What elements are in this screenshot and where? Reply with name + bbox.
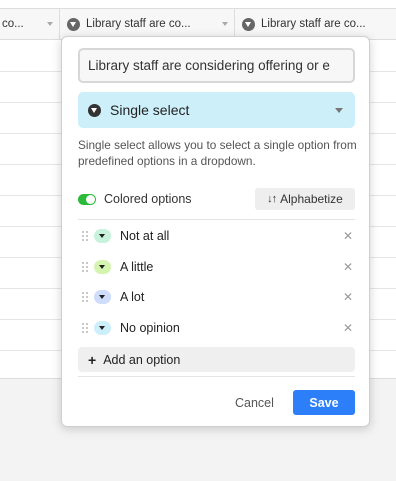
option-color-chip[interactable] <box>94 260 111 274</box>
option-label[interactable]: Not at all <box>120 229 169 243</box>
option-item: Not at all ✕ <box>78 224 355 248</box>
field-type-description: Single select allows you to select a sin… <box>78 138 357 168</box>
alphabetize-button[interactable]: ↓↑ Alphabetize <box>255 188 355 210</box>
colored-options-row: Colored options ↓↑ Alphabetize <box>78 188 355 210</box>
option-item: A lot ✕ <box>78 285 355 309</box>
field-editor-popover: Single select Single select allows you t… <box>61 36 370 427</box>
remove-option-icon[interactable]: ✕ <box>343 259 353 275</box>
divider <box>78 376 355 377</box>
drag-handle-icon[interactable] <box>81 261 89 273</box>
add-option-button[interactable]: + Add an option <box>78 347 355 372</box>
remove-option-icon[interactable]: ✕ <box>343 228 353 244</box>
column-header-label: Library staff are co... <box>261 18 366 30</box>
option-color-chip[interactable] <box>94 290 111 304</box>
chevron-down-icon[interactable] <box>222 22 228 26</box>
alphabetize-label: Alphabetize <box>280 192 343 206</box>
column-header-label: Library staff are co... <box>86 18 191 30</box>
chevron-down-icon[interactable] <box>47 22 53 26</box>
sort-icon: ↓↑ <box>267 193 277 205</box>
option-label[interactable]: A little <box>120 260 153 274</box>
save-button[interactable]: Save <box>293 390 355 415</box>
drag-handle-icon[interactable] <box>81 322 89 334</box>
single-select-icon <box>242 17 255 31</box>
column-header-label: co... <box>2 18 24 30</box>
option-color-chip[interactable] <box>94 229 111 243</box>
option-label[interactable]: A lot <box>120 290 144 304</box>
field-type-select[interactable]: Single select <box>78 92 355 128</box>
remove-option-icon[interactable]: ✕ <box>343 320 353 336</box>
column-header[interactable]: co... <box>0 9 60 39</box>
field-name-input[interactable] <box>78 48 355 83</box>
remove-option-icon[interactable]: ✕ <box>343 289 353 305</box>
drag-handle-icon[interactable] <box>81 230 89 242</box>
single-select-icon <box>67 17 80 31</box>
option-item: No opinion ✕ <box>78 316 355 340</box>
column-header[interactable]: Library staff are co... <box>236 9 396 39</box>
plus-icon: + <box>88 351 97 368</box>
add-option-label: Add an option <box>103 352 181 367</box>
option-color-chip[interactable] <box>94 321 111 335</box>
cancel-button[interactable]: Cancel <box>235 391 274 415</box>
option-item: A little ✕ <box>78 255 355 279</box>
option-label[interactable]: No opinion <box>120 321 180 335</box>
drag-handle-icon[interactable] <box>81 291 89 303</box>
field-type-label: Single select <box>110 102 190 118</box>
column-header[interactable]: Library staff are co... <box>61 9 235 39</box>
single-select-icon <box>88 103 101 117</box>
chevron-down-icon <box>335 108 343 113</box>
divider <box>78 219 355 220</box>
colored-options-label: Colored options <box>104 192 192 206</box>
colored-options-toggle[interactable] <box>78 193 96 205</box>
